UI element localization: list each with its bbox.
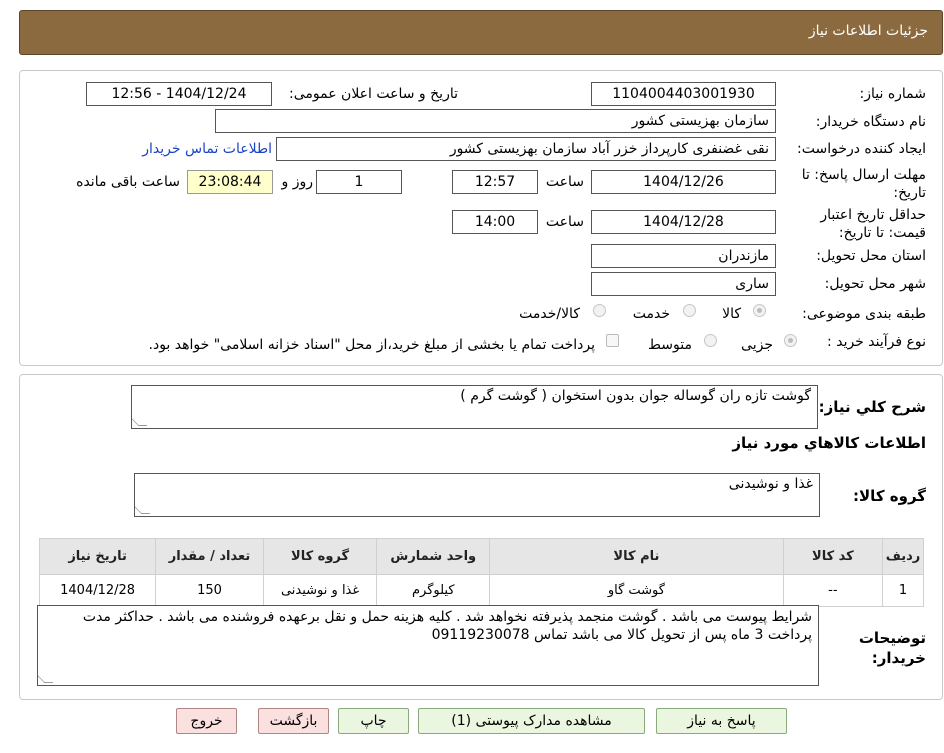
cell-goods-code: -- (782, 574, 884, 607)
back-button[interactable]: بازگشت (258, 708, 329, 734)
buyer-contact-link[interactable]: اطلاعات تماس خریدار (142, 141, 272, 157)
process-option-minor: جزیی (741, 337, 773, 353)
resize-handle-icon[interactable] (135, 505, 151, 514)
process-option-medium: متوسط (648, 337, 692, 353)
print-button[interactable]: چاپ (338, 708, 409, 734)
need-number-label: شماره نیاز: (859, 86, 927, 102)
goods-group-textarea[interactable]: غذا و نوشیدنی (134, 473, 820, 517)
goods-table: ردیف کد کالا نام کالا واحد شمارش گروه کا… (38, 538, 924, 607)
col-header-goods-name: نام کالا (489, 538, 784, 575)
buyer-notes-label: توضیحات خریدار: (858, 629, 926, 667)
requester-field[interactable]: نقی غضنفری کارپرداز خزر آباد سازمان بهزی… (276, 137, 776, 161)
category-radio-goods-service[interactable] (593, 304, 606, 317)
col-header-goods-group: گروه کالا (262, 538, 378, 575)
treasury-payment-checkbox[interactable] (606, 334, 619, 347)
city-field[interactable]: ساری (591, 272, 776, 296)
validity-label: حداقل تاریخ اعتبار قیمت: تا تاریخ: (820, 207, 926, 241)
summary-text: گوشت تازه ران گوساله جوان بدون استخوان (… (460, 388, 811, 404)
buyer-notes-textarea[interactable]: شرایط پیوست می باشد . گوشت منجمد پذیرفته… (37, 605, 819, 686)
days-remaining-field[interactable]: 1 (316, 170, 402, 194)
table-row[interactable]: 1 -- گوشت گاو کیلوگرم غذا و نوشیدنی 150 … (38, 574, 924, 607)
treasury-payment-note: پرداخت تمام یا بخشی از مبلغ خرید،از محل … (148, 337, 595, 353)
cell-quantity: 150 (155, 574, 264, 607)
category-option-goods-service: کالا/خدمت (519, 306, 580, 322)
buyer-org-label: نام دستگاه خریدار: (815, 114, 926, 130)
deadline-time-field[interactable]: 12:57 (452, 170, 538, 194)
province-field[interactable]: مازندران (591, 244, 776, 268)
process-radio-minor[interactable] (784, 334, 797, 347)
cell-need-date: 1404/12/28 (38, 574, 157, 607)
buyer-notes-text: شرایط پیوست می باشد . گوشت منجمد پذیرفته… (82, 609, 812, 643)
col-header-quantity: تعداد / مقدار (155, 538, 264, 575)
deadline-date-field[interactable]: 1404/12/26 (591, 170, 776, 194)
goods-group-label: گروه کالا: (853, 487, 926, 505)
process-type-label: نوع فرآیند خرید : (827, 334, 926, 350)
category-radio-service[interactable] (683, 304, 696, 317)
announce-date-label: تاریخ و ساعت اعلان عمومی: (289, 86, 458, 102)
validity-time-field[interactable]: 14:00 (452, 210, 538, 234)
page-title: جزئیات اطلاعات نیاز (808, 23, 928, 39)
col-header-goods-code: کد کالا (782, 538, 884, 575)
validity-time-label: ساعت (545, 214, 584, 230)
category-option-service: خدمت (632, 306, 670, 322)
col-header-need-date: تاریخ نیاز (38, 538, 157, 575)
summary-label: شرح کلي نياز: (818, 398, 926, 416)
summary-textarea[interactable]: گوشت تازه ران گوساله جوان بدون استخوان (… (131, 385, 818, 429)
announce-date-field[interactable]: 1404/12/24 - 12:56 (86, 82, 272, 106)
goods-info-title: اطلاعات کالاهاي مورد نياز (732, 434, 926, 452)
remaining-time-field: 23:08:44 (187, 170, 273, 194)
col-header-row-number: ردیف (882, 538, 924, 575)
view-attachments-button[interactable]: مشاهده مدارک پیوستی (1) (418, 708, 645, 734)
need-number-field[interactable]: 1104004403001930 (591, 82, 776, 106)
validity-date-field[interactable]: 1404/12/28 (591, 210, 776, 234)
province-label: استان محل تحویل: (816, 248, 926, 264)
cell-goods-group: غذا و نوشیدنی (262, 574, 378, 607)
cell-row-number: 1 (882, 574, 924, 607)
city-label: شهر محل تحویل: (824, 276, 926, 292)
deadline-label: مهلت ارسال پاسخ: تا تاریخ: (801, 167, 926, 201)
exit-button[interactable]: خروج (176, 708, 237, 734)
remaining-time-label: ساعت باقی مانده (76, 174, 180, 190)
goods-group-text: غذا و نوشیدنی (728, 476, 813, 492)
deadline-time-label: ساعت (545, 174, 584, 190)
reply-button[interactable]: پاسخ به نیاز (656, 708, 787, 734)
table-header-row: ردیف کد کالا نام کالا واحد شمارش گروه کا… (38, 538, 924, 575)
days-label: روز و (281, 174, 314, 190)
cell-goods-name: گوشت گاو (489, 574, 784, 607)
process-radio-medium[interactable] (704, 334, 717, 347)
category-label: طبقه بندی موضوعی: (802, 306, 926, 322)
resize-handle-icon[interactable] (38, 674, 54, 683)
category-radio-goods[interactable] (753, 304, 766, 317)
requester-label: ایجاد کننده درخواست: (797, 141, 926, 157)
buyer-org-field[interactable]: سازمان بهزیستی کشور (215, 109, 776, 133)
cell-unit: کیلوگرم (376, 574, 491, 607)
category-option-goods: کالا (722, 306, 741, 322)
page-header: جزئیات اطلاعات نیاز (19, 10, 943, 55)
col-header-unit: واحد شمارش (376, 538, 491, 575)
resize-handle-icon[interactable] (132, 417, 148, 426)
